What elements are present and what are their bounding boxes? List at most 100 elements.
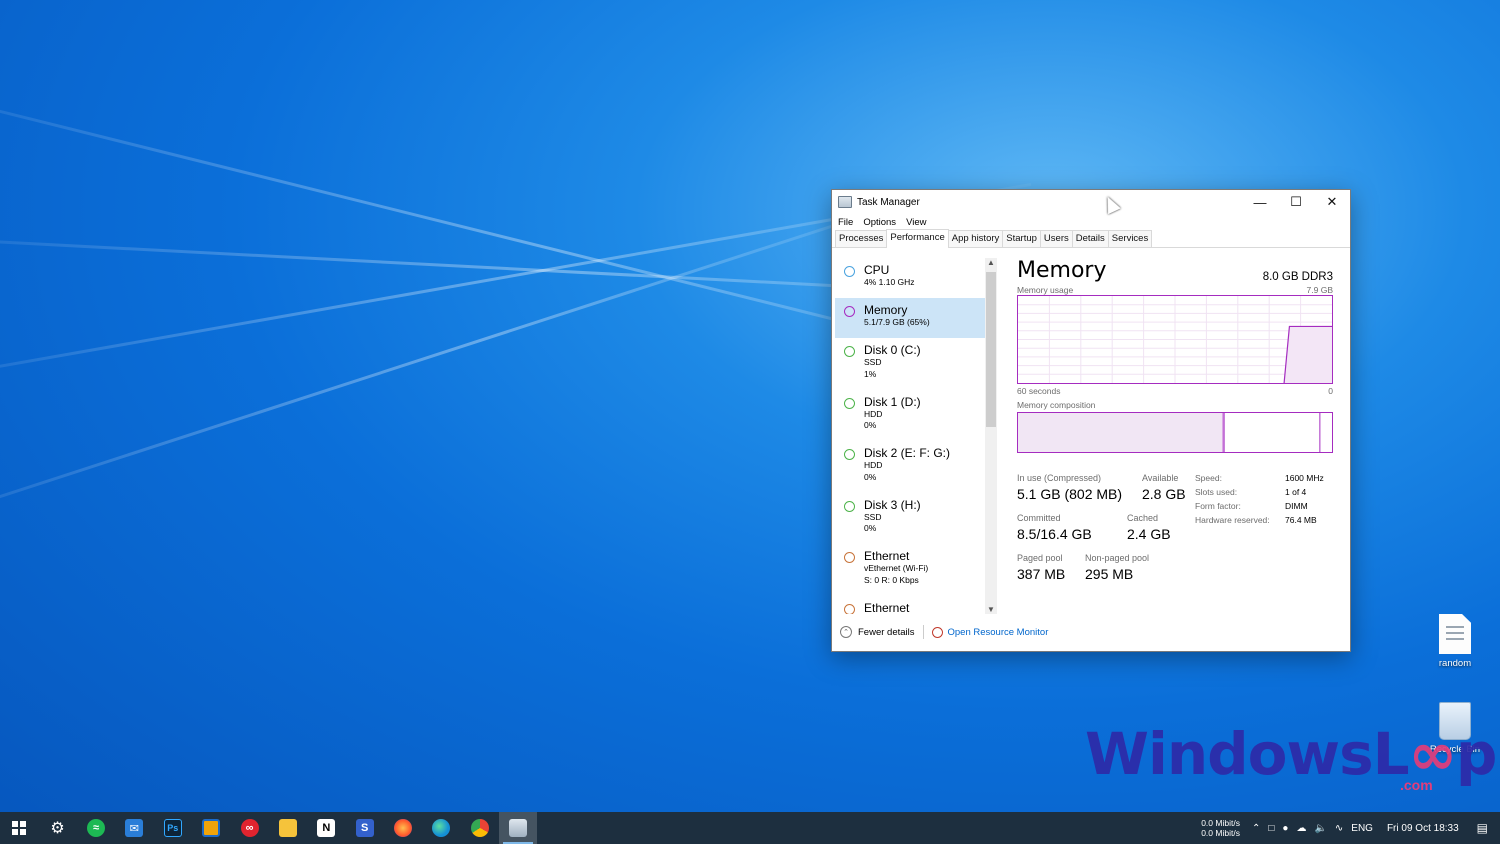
tab-users[interactable]: Users (1039, 230, 1073, 247)
cloud-icon[interactable]: ☁ (1296, 823, 1306, 834)
minimize-button[interactable]: — (1242, 190, 1278, 214)
taskbar-task-manager[interactable] (499, 812, 538, 844)
taskbar-photoshop[interactable]: Ps (154, 812, 192, 844)
taskbar-virtualbox[interactable] (192, 812, 230, 844)
maximize-button[interactable]: ☐ (1278, 190, 1314, 214)
file-explorer-icon (278, 819, 297, 837)
tab-startup[interactable]: Startup (1002, 230, 1041, 247)
photoshop-icon: Ps (163, 819, 182, 837)
resource-item-memory[interactable]: Memory 5.1/7.9 GB (65%) (835, 298, 985, 338)
watermark-sub: .com (1400, 777, 1433, 793)
task-manager-window: Task Manager — ☐ ✕ File Options View Pro… (831, 189, 1351, 652)
simplenote-icon: S (355, 819, 374, 837)
taskbar-mail[interactable]: ✉ (115, 812, 153, 844)
start-button[interactable] (0, 812, 38, 844)
resource-item-disk3[interactable]: Disk 3 (H:) SSD 0% (835, 493, 985, 545)
resource-monitor-icon (931, 626, 943, 638)
taskbar-settings[interactable]: ⚙ (38, 812, 76, 844)
taskbar-spotify[interactable]: ≈ (77, 812, 115, 844)
edge-icon (432, 819, 451, 837)
mail-icon: ✉ (125, 819, 144, 837)
firefox-icon (394, 819, 413, 837)
taskbar-creative-cloud[interactable]: ∞ (230, 812, 268, 844)
cpu-graph-icon (844, 266, 855, 277)
taskbar-edge[interactable] (422, 812, 460, 844)
scroll-thumb[interactable] (986, 272, 996, 427)
volume-icon[interactable]: 🔈 (1314, 823, 1326, 834)
window-title: Task Manager (857, 196, 920, 208)
spec-row: Form factor: DIMM (1195, 501, 1308, 511)
language-indicator[interactable]: ENG (1351, 823, 1373, 834)
chrome-icon (470, 819, 489, 837)
wifi-icon[interactable]: ∿ (1335, 823, 1343, 834)
tab-details[interactable]: Details (1071, 230, 1109, 247)
resource-item-disk0[interactable]: Disk 0 (C:) SSD 1% (835, 338, 985, 390)
footer: ⌃ Fewer details Open Resource Monitor (832, 613, 1350, 651)
spec-row: Slots used: 1 of 4 (1195, 487, 1307, 497)
memory-specs-table: Speed: 1600 MHz Slots used: 1 of 4 Form fa… (1195, 473, 1324, 529)
time-axis-left: 60 seconds (1017, 386, 1061, 396)
resource-item-disk1[interactable]: Disk 1 (D:) HDD 0% (835, 390, 985, 442)
title-bar[interactable]: Task Manager — ☐ ✕ (832, 190, 1350, 214)
memory-usage-graph (1017, 295, 1333, 384)
watermark: WindowsL∞p (1085, 720, 1497, 788)
desktop: random Recycle Bin WindowsL∞p .com Task … (0, 0, 1500, 812)
wallpaper-beam (0, 189, 942, 563)
app-tray-icon[interactable]: ● (1282, 823, 1288, 834)
time-axis-right: 0 (1328, 386, 1333, 396)
tablet-icon[interactable]: □ (1268, 823, 1274, 834)
taskbar-notion[interactable]: N (307, 812, 345, 844)
chevron-up-icon[interactable]: ⌃ (840, 626, 852, 638)
resource-list: CPU 4% 1.10 GHz Memory 5.1/7.9 GB (65%) … (835, 258, 985, 614)
task-manager-icon (509, 819, 528, 837)
memory-spec: 8.0 GB DDR3 (1262, 271, 1333, 283)
disk-graph-icon (844, 397, 855, 409)
notifications-icon[interactable]: ▤ (1477, 821, 1488, 835)
close-button[interactable]: ✕ (1314, 190, 1350, 214)
spec-row: Speed: 1600 MHz (1195, 473, 1324, 483)
stat-paged-pool: Paged pool 387 MB (1017, 553, 1066, 582)
clock[interactable]: Fri 09 Oct 18:33 (1387, 823, 1459, 834)
composition-in-use (1018, 413, 1223, 452)
desktop-file-icon[interactable]: random (1427, 614, 1483, 669)
usage-area (1284, 326, 1332, 383)
memory-panel: Memory 8.0 GB DDR3 Memory usage 7.9 GB 6… (1017, 258, 1333, 593)
resource-item-disk2[interactable]: Disk 2 (E: F: G:) HDD 0% (835, 441, 985, 493)
tab-performance[interactable]: Performance (886, 229, 949, 248)
tab-app-history[interactable]: App history (947, 230, 1004, 247)
divider (922, 625, 924, 639)
menu-file[interactable]: File (838, 217, 853, 228)
task-manager-icon (838, 196, 852, 208)
taskbar-chrome[interactable] (461, 812, 499, 844)
system-tray: 0.0 Mibit/s 0.0 Mibit/s ⌃ □ ● ☁ 🔈 ∿ ENG … (1201, 812, 1500, 844)
chevron-up-icon[interactable]: ⌃ (1252, 823, 1260, 834)
memory-graph-icon (844, 306, 855, 317)
taskbar-file-explorer[interactable] (269, 812, 307, 844)
memory-composition-bar (1017, 412, 1333, 453)
resource-list-scrollbar[interactable]: ▲ ▼ (985, 258, 997, 614)
open-resource-monitor-link[interactable]: Open Resource Monitor (948, 627, 1049, 638)
menu-view[interactable]: View (906, 217, 926, 228)
resource-item-ethernet[interactable]: Ethernet vEthernet (Wi-Fi) S: 0 R: 0 Kbp… (835, 544, 985, 596)
fewer-details-button[interactable]: Fewer details (858, 627, 915, 638)
menu-options[interactable]: Options (863, 217, 896, 228)
tab-processes[interactable]: Processes (835, 230, 888, 247)
resource-item-ethernet-2[interactable]: Ethernet (835, 596, 985, 614)
file-icon (1439, 614, 1471, 654)
windows-logo-icon (10, 819, 28, 837)
stat-non-paged-pool: Non-paged pool 295 MB (1085, 553, 1150, 582)
taskbar-firefox[interactable] (384, 812, 422, 844)
tab-services[interactable]: Services (1107, 230, 1153, 247)
disk-graph-icon (844, 346, 855, 357)
spotify-icon: ≈ (86, 819, 105, 837)
memory-usage-label: Memory usage (1017, 285, 1074, 295)
menu-bar: File Options View (832, 214, 1350, 230)
memory-composition-label: Memory composition (1017, 400, 1096, 410)
scroll-up-icon[interactable]: ▲ (985, 258, 997, 267)
network-speed: 0.0 Mibit/s 0.0 Mibit/s (1201, 818, 1240, 838)
settings-icon: ⚙ (50, 820, 65, 837)
desktop-file-label: random (1438, 658, 1472, 669)
taskbar-simplenote[interactable]: S (346, 812, 384, 844)
resource-item-cpu[interactable]: CPU 4% 1.10 GHz (835, 258, 985, 298)
memory-usage-chart (1018, 296, 1332, 384)
